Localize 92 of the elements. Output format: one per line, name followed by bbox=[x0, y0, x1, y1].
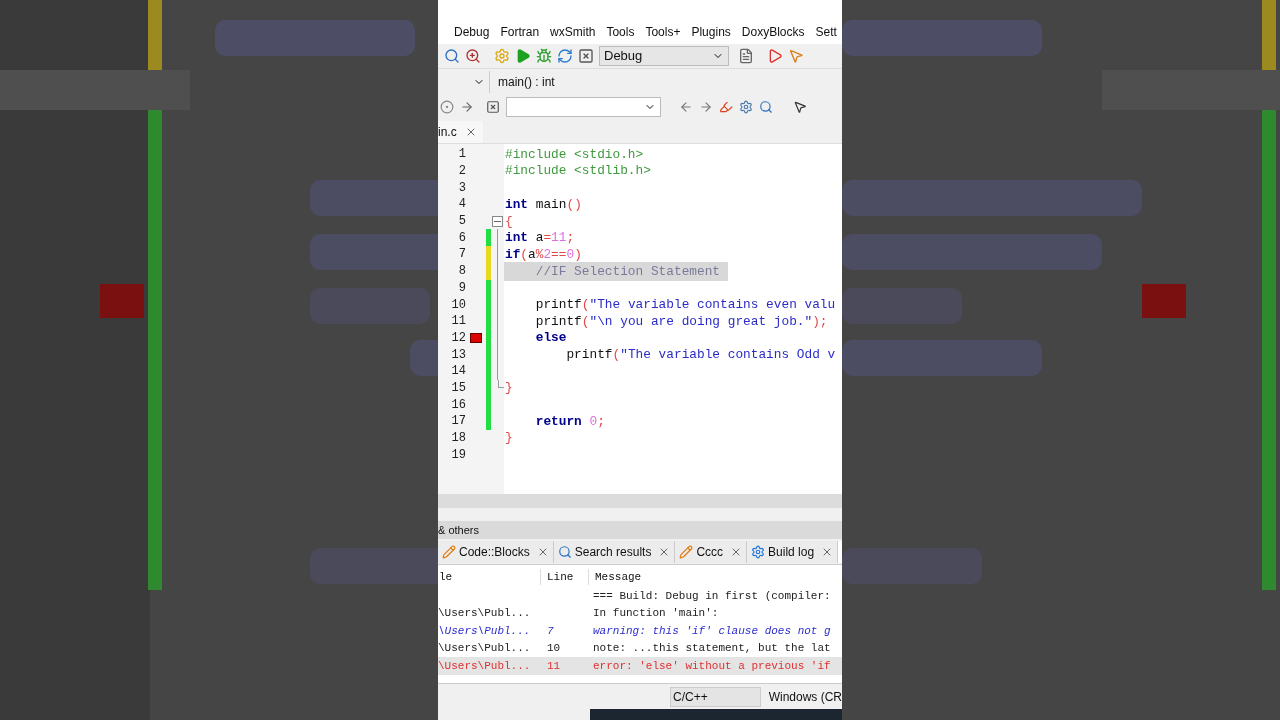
panel-title: & others bbox=[438, 522, 479, 538]
back-arrow-icon[interactable] bbox=[679, 100, 693, 114]
line-number: 17 bbox=[450, 413, 466, 431]
code-line: int main() bbox=[504, 195, 582, 214]
table-cell: \Users\Publ... bbox=[438, 659, 531, 672]
line-number: 10 bbox=[450, 296, 466, 314]
refresh-icon[interactable] bbox=[557, 48, 573, 64]
status-field: Windows (CR bbox=[768, 687, 842, 706]
line-number: 18 bbox=[450, 430, 466, 448]
line-number: 3 bbox=[457, 179, 466, 197]
line-number: 16 bbox=[450, 396, 466, 414]
line-number: 7 bbox=[457, 246, 466, 264]
message-row[interactable]: \Users\Publ... 10 note: ...this statement, but the lat bbox=[438, 639, 842, 657]
line-number: 13 bbox=[450, 346, 466, 364]
message-row[interactable]: \Users\Publ... In function 'main': bbox=[438, 604, 842, 622]
code-line: return 0; bbox=[534, 412, 605, 431]
menu-item[interactable]: Sett bbox=[815, 23, 837, 41]
line-number: 8 bbox=[457, 263, 466, 281]
search-icon bbox=[557, 544, 572, 559]
log-tab[interactable]: Build log bbox=[747, 540, 839, 563]
table-cell: 10 bbox=[547, 642, 561, 654]
code-line: #include <stdlib.h> bbox=[504, 162, 651, 181]
line-number: 1 bbox=[457, 146, 466, 164]
table-cell-text: In function 'main': bbox=[592, 606, 719, 621]
code-line: printf("The variable contains Odd v bbox=[565, 346, 836, 364]
search-field[interactable] bbox=[506, 97, 661, 117]
message-row[interactable]: \Users\Publ... 11 error: 'else' without a previous 'if bbox=[438, 657, 842, 675]
play-icon[interactable] bbox=[767, 48, 783, 64]
bug-icon[interactable] bbox=[536, 48, 552, 64]
menu-item[interactable]: Tools+ bbox=[645, 23, 681, 41]
line-number: 15 bbox=[450, 379, 466, 397]
stop-icon[interactable] bbox=[578, 48, 594, 64]
status-field: C/C++ bbox=[670, 686, 761, 707]
column-header[interactable]: le bbox=[438, 568, 541, 586]
menu-item[interactable]: wxSmith bbox=[550, 23, 596, 41]
code-line: if(a%2==0) bbox=[504, 245, 582, 264]
table-cell: \Users\Publ... bbox=[438, 607, 531, 619]
table-cell-text: === Build: Debug in first (compiler: bbox=[592, 588, 831, 604]
step-icon[interactable] bbox=[460, 100, 474, 114]
zoom-icon[interactable] bbox=[465, 48, 481, 64]
fold-icon[interactable] bbox=[492, 215, 503, 227]
settings-icon bbox=[751, 544, 766, 559]
clear-icon[interactable] bbox=[486, 100, 500, 114]
menu-item[interactable]: DoxyBlocks bbox=[741, 23, 805, 41]
code-line: { bbox=[504, 212, 513, 231]
menu-item[interactable]: Fortran bbox=[500, 23, 540, 41]
line-number: 11 bbox=[450, 313, 466, 331]
line-number: 6 bbox=[457, 229, 466, 247]
line-number: 2 bbox=[457, 163, 466, 181]
play-icon[interactable] bbox=[515, 48, 531, 64]
table-cell-text: note: ...this statement, but the lat bbox=[592, 641, 831, 656]
build-target-dropdown[interactable]: Debug bbox=[599, 46, 729, 66]
message-row[interactable]: === Build: Debug in first (compiler: bbox=[438, 587, 842, 605]
symbol-dropdown[interactable]: main() : int bbox=[490, 70, 842, 93]
line-number: 19 bbox=[450, 446, 466, 464]
column-header[interactable]: Message bbox=[589, 568, 642, 586]
code-line: #include <stdio.h> bbox=[504, 145, 644, 164]
table-cell-text: error: 'else' without a previous 'if bbox=[592, 658, 831, 674]
line-number: 4 bbox=[457, 196, 466, 214]
code-line: else bbox=[534, 329, 567, 348]
table-cell: 7 bbox=[547, 624, 554, 637]
menu-item[interactable]: Plugins bbox=[691, 23, 731, 41]
record-icon[interactable] bbox=[440, 100, 454, 114]
table-cell: 11 bbox=[547, 659, 561, 672]
message-row[interactable]: \Users\Publ... 7 warning: this 'if' clause does not g bbox=[438, 622, 842, 640]
log-tab[interactable]: Code::Blocks bbox=[438, 540, 554, 563]
table-cell-text: warning: this 'if' clause does not g bbox=[592, 623, 831, 639]
log-tab[interactable]: Search results bbox=[553, 540, 676, 563]
highlighter-icon[interactable] bbox=[719, 100, 733, 114]
code-line: } bbox=[504, 379, 513, 398]
forward-arrow-icon[interactable] bbox=[699, 100, 713, 114]
pencil-icon bbox=[679, 544, 694, 559]
code-line: printf("The variable contains even valu bbox=[534, 295, 836, 314]
table-cell: \Users\Publ... bbox=[438, 642, 531, 654]
search-icon[interactable] bbox=[444, 48, 460, 64]
horizontal-scrollbar[interactable] bbox=[438, 494, 842, 508]
code-line: int a=11; bbox=[504, 229, 575, 248]
code-line: } bbox=[504, 429, 513, 448]
menu-item[interactable]: Debug bbox=[454, 23, 490, 41]
column-header[interactable]: Line bbox=[541, 568, 589, 586]
line-number: 5 bbox=[457, 213, 466, 231]
pencil-icon bbox=[442, 544, 456, 559]
document-icon[interactable] bbox=[738, 48, 754, 64]
line-number: 9 bbox=[457, 279, 466, 297]
line-number: 14 bbox=[450, 363, 466, 381]
editor-tab[interactable]: in.c bbox=[438, 121, 483, 143]
table-cell: \Users\Publ... bbox=[438, 624, 531, 637]
line-number: 12 bbox=[450, 329, 466, 347]
log-tab[interactable]: Cccc bbox=[675, 540, 748, 563]
menu-item[interactable]: Tools bbox=[606, 23, 635, 41]
pointer-icon[interactable] bbox=[793, 100, 807, 114]
code-line: printf("\n you are doing great job."); bbox=[534, 312, 828, 331]
